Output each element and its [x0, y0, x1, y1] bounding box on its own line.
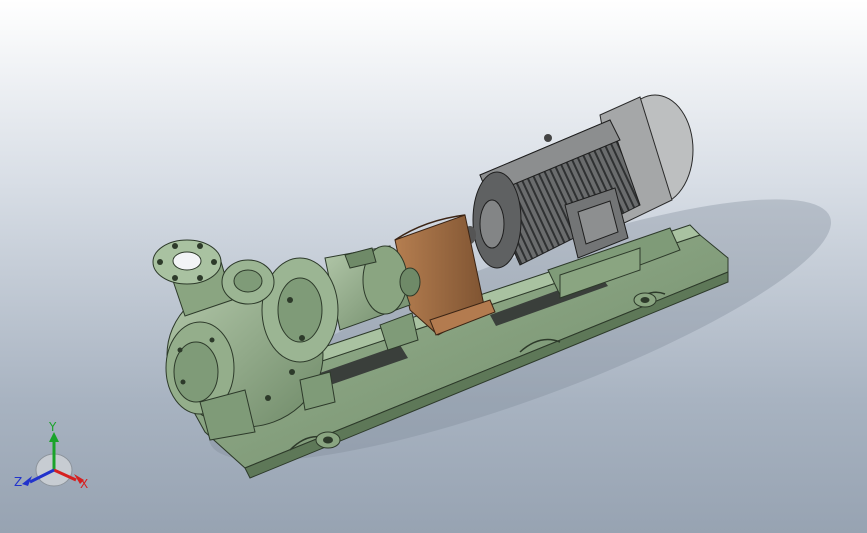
x-axis-label: X — [80, 477, 88, 491]
z-axis-label: Z — [14, 475, 22, 489]
pump-assembly-model[interactable] — [0, 0, 867, 533]
y-axis-label: Y — [48, 420, 57, 434]
coordinate-triad: Y Z X — [14, 420, 88, 491]
suction-flange[interactable] — [221, 259, 275, 305]
graphics-viewport[interactable]: Y Z X — [0, 0, 867, 533]
